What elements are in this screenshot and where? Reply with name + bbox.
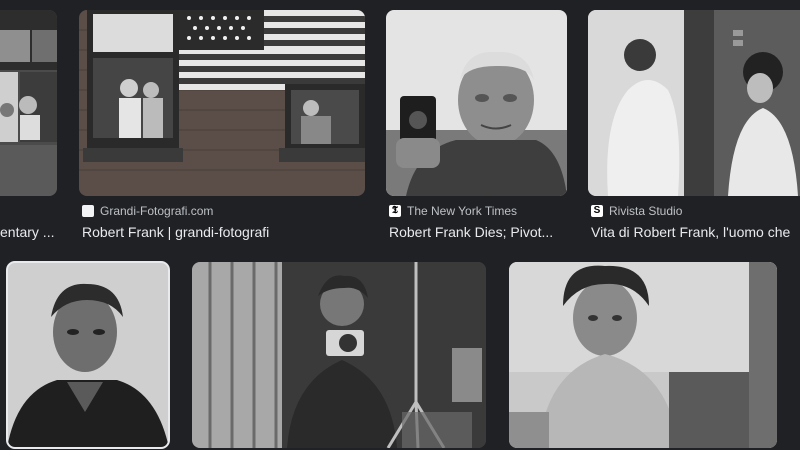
result-source[interactable]: S Rivista Studio: [591, 204, 682, 218]
result-thumbnail[interactable]: [386, 10, 567, 196]
result-thumbnail[interactable]: [0, 10, 57, 196]
result-thumbnail[interactable]: [588, 10, 800, 196]
source-name: Grandi-Fotografi.com: [100, 204, 214, 218]
source-name: The New York Times: [407, 204, 518, 218]
result-thumbnail[interactable]: [6, 261, 170, 449]
site-favicon-icon: [82, 205, 94, 217]
result-thumbnail[interactable]: [79, 10, 365, 196]
result-source[interactable]: Grandi-Fotografi.com: [82, 204, 213, 218]
result-title[interactable]: entary ...: [0, 224, 60, 240]
result-thumbnail[interactable]: [509, 262, 777, 448]
result-title[interactable]: Robert Frank Dies; Pivot...: [389, 224, 567, 240]
result-source[interactable]: 𝕿 The New York Times: [389, 204, 517, 218]
result-thumbnail[interactable]: [192, 262, 486, 448]
rivista-studio-logo-icon: S: [591, 205, 603, 217]
result-title[interactable]: Robert Frank | grandi-fotografi: [82, 224, 362, 240]
source-name: Rivista Studio: [609, 204, 683, 218]
result-title[interactable]: Vita di Robert Frank, l'uomo che: [591, 224, 800, 240]
nyt-logo-icon: 𝕿: [389, 205, 401, 217]
